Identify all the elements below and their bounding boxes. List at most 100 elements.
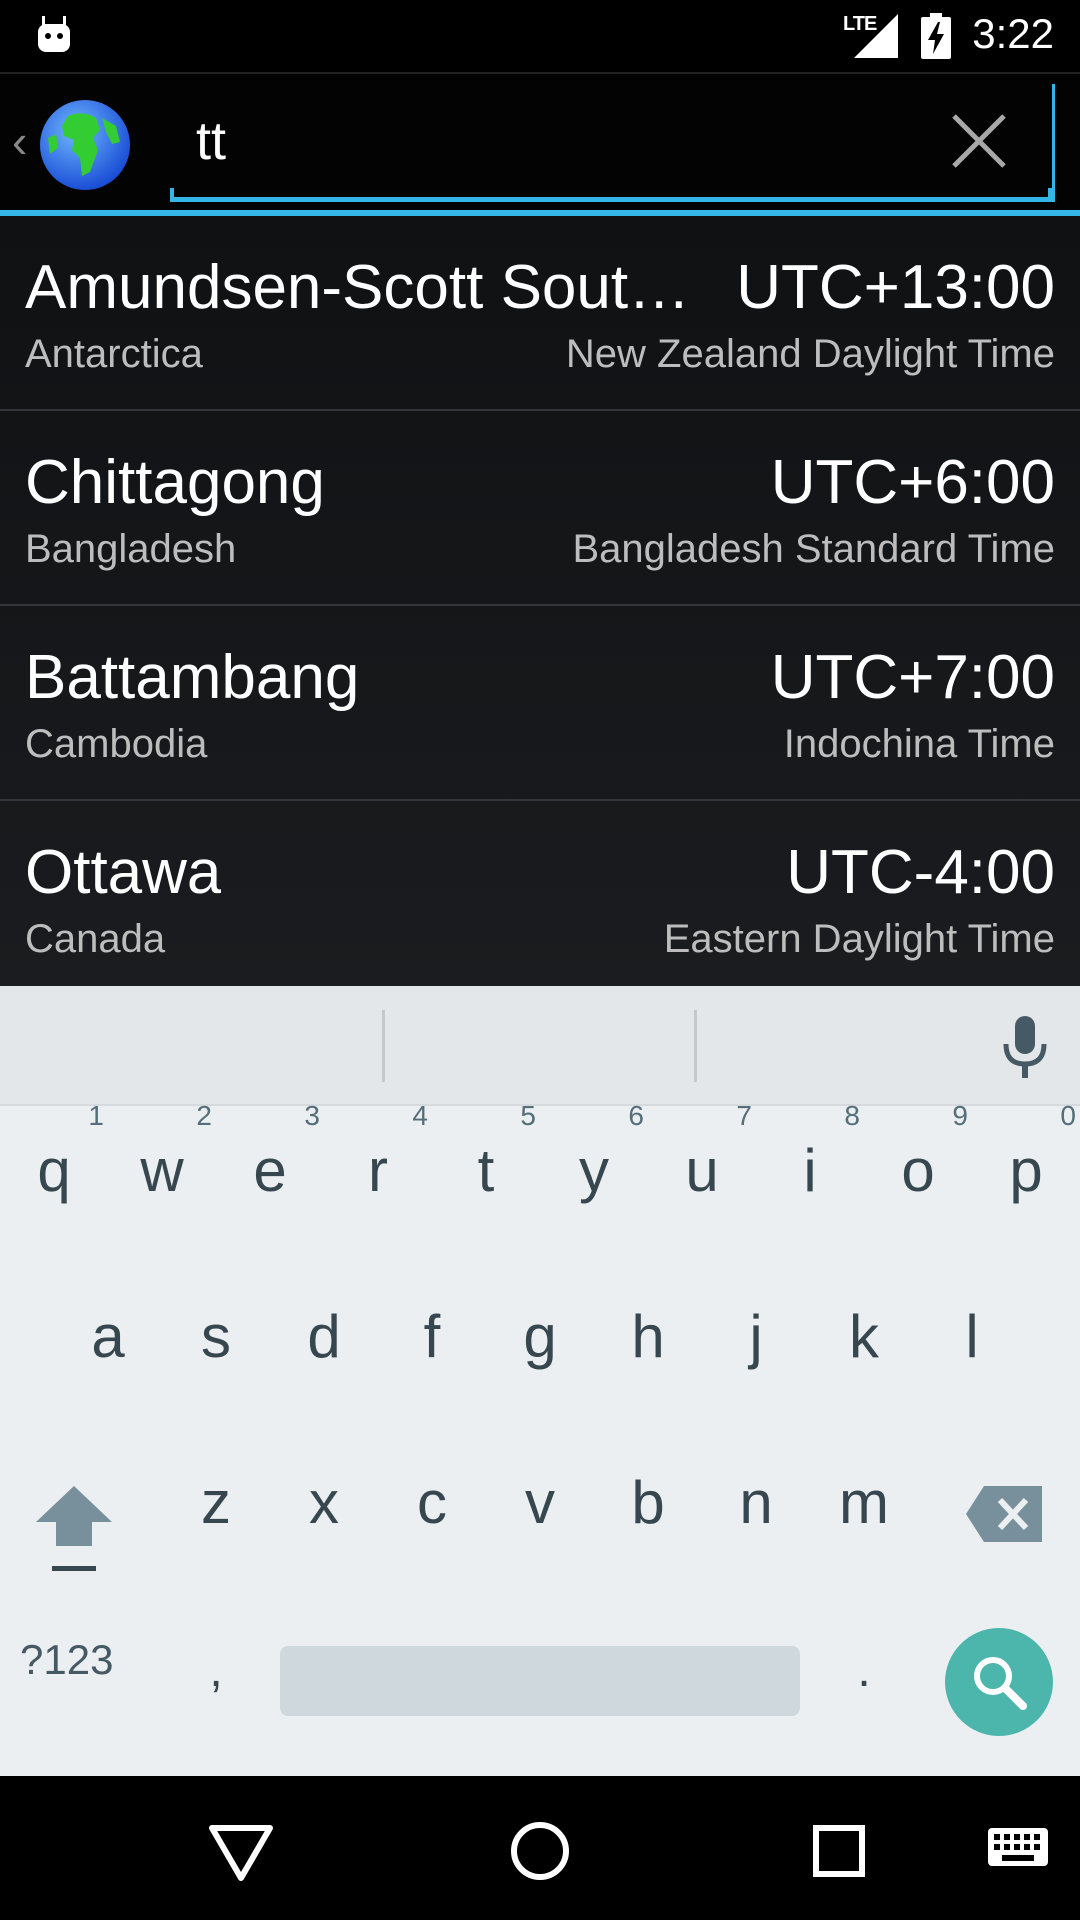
key-hint: 7: [736, 1100, 752, 1131]
timezone-name: Bangladesh Standard Time: [572, 527, 1055, 571]
key-label: h: [631, 1303, 665, 1370]
key-label: e: [253, 1137, 287, 1204]
key-label: m: [839, 1469, 889, 1536]
symbols-key[interactable]: ?123: [20, 1636, 113, 1684]
suggestion-divider: [694, 1010, 697, 1082]
chevron-left-icon[interactable]: ‹: [12, 114, 27, 168]
backspace-icon[interactable]: [966, 1486, 1042, 1542]
key-label: r: [368, 1137, 388, 1204]
android-debug-icon: [38, 16, 70, 52]
utc-offset: UTC+6:00: [770, 448, 1055, 517]
key-label: x: [309, 1469, 339, 1536]
search-bar: ‹: [0, 72, 1080, 212]
close-icon[interactable]: [950, 112, 1008, 170]
key-label: d: [307, 1303, 341, 1370]
key-d[interactable]: d: [274, 1272, 374, 1402]
country-name: Antarctica: [25, 332, 203, 376]
key-hint: 4: [412, 1100, 428, 1131]
battery-charging-icon: [921, 13, 951, 59]
key-e[interactable]: e3: [220, 1100, 320, 1236]
list-item[interactable]: Battambang Cambodia UTC+7:00 Indochina T…: [0, 606, 1080, 801]
key-hint: 6: [628, 1100, 644, 1131]
key-o[interactable]: o9: [868, 1100, 968, 1236]
suggestion-divider: [382, 1010, 385, 1082]
key-label: g: [523, 1303, 557, 1370]
country-name: Cambodia: [25, 722, 208, 766]
recents-square-icon[interactable]: [804, 1816, 874, 1886]
key-p[interactable]: p0: [976, 1100, 1076, 1236]
utc-offset: UTC+7:00: [770, 643, 1055, 712]
key-hint: 9: [952, 1100, 968, 1131]
keyboard-icon[interactable]: [986, 1824, 1050, 1874]
key-label: s: [201, 1303, 231, 1370]
utc-offset: UTC+13:00: [736, 253, 1055, 322]
key-label: u: [685, 1137, 719, 1204]
city-name: Battambang: [25, 643, 360, 712]
search-input[interactable]: [196, 106, 896, 176]
utc-offset: UTC-4:00: [786, 838, 1055, 907]
key-k[interactable]: k: [814, 1272, 914, 1402]
key-w[interactable]: w2: [112, 1100, 212, 1236]
key-b[interactable]: b: [598, 1438, 698, 1568]
key-hint: 8: [844, 1100, 860, 1131]
period-key[interactable]: .: [814, 1606, 914, 1736]
key-label: b: [631, 1469, 665, 1536]
key-z[interactable]: z: [166, 1438, 266, 1568]
key-j[interactable]: j: [706, 1272, 806, 1402]
key-label: p: [1009, 1137, 1043, 1204]
key-c[interactable]: c: [382, 1438, 482, 1568]
key-label: ,: [209, 1644, 223, 1697]
key-label: t: [477, 1137, 495, 1204]
search-key[interactable]: [945, 1628, 1053, 1736]
key-label: q: [37, 1137, 71, 1204]
search-field[interactable]: [170, 84, 1055, 202]
key-l[interactable]: l: [922, 1272, 1022, 1402]
key-n[interactable]: n: [706, 1438, 806, 1568]
key-g[interactable]: g: [490, 1272, 590, 1402]
signal-icon: [854, 14, 898, 58]
key-label: a: [91, 1303, 125, 1370]
country-name: Bangladesh: [25, 527, 237, 571]
key-hint: 5: [520, 1100, 536, 1131]
comma-key[interactable]: ,: [166, 1606, 266, 1736]
list-item[interactable]: Amundsen-Scott Sout… Antarctica UTC+13:0…: [0, 216, 1080, 411]
shift-icon[interactable]: [36, 1486, 112, 1576]
key-x[interactable]: x: [274, 1438, 374, 1568]
key-hint: 1: [88, 1100, 104, 1131]
city-name: Chittagong: [25, 448, 325, 517]
key-f[interactable]: f: [382, 1272, 482, 1402]
key-a[interactable]: a: [58, 1272, 158, 1402]
key-y[interactable]: y6: [544, 1100, 644, 1236]
back-triangle-icon[interactable]: [206, 1816, 276, 1886]
key-label: v: [525, 1469, 555, 1536]
globe-icon[interactable]: [38, 98, 132, 192]
space-key[interactable]: [280, 1646, 800, 1716]
list-item[interactable]: Ottawa Canada UTC-4:00 Eastern Daylight …: [0, 801, 1080, 986]
key-label: j: [749, 1303, 763, 1370]
clock: 3:22: [972, 10, 1054, 57]
key-t[interactable]: t5: [436, 1100, 536, 1236]
key-v[interactable]: v: [490, 1438, 590, 1568]
key-label: y: [579, 1137, 609, 1204]
key-h[interactable]: h: [598, 1272, 698, 1402]
key-label: f: [423, 1303, 441, 1370]
key-label: o: [901, 1137, 935, 1204]
key-i[interactable]: i8: [760, 1100, 860, 1236]
key-q[interactable]: q1: [4, 1100, 104, 1236]
soft-keyboard: q1 w2 e3 r4 t5 y6 u7 i8 o9 p0 a s d f g …: [0, 986, 1080, 1776]
timezone-name: Indochina Time: [783, 722, 1055, 766]
key-label: w: [140, 1137, 184, 1204]
results-list[interactable]: Amundsen-Scott Sout… Antarctica UTC+13:0…: [0, 216, 1080, 986]
key-label: n: [739, 1469, 773, 1536]
key-s[interactable]: s: [166, 1272, 266, 1402]
key-r[interactable]: r4: [328, 1100, 428, 1236]
list-item[interactable]: Chittagong Bangladesh UTC+6:00 Banglades…: [0, 411, 1080, 606]
city-name: Ottawa: [25, 838, 222, 907]
key-u[interactable]: u7: [652, 1100, 752, 1236]
microphone-icon[interactable]: [1000, 1016, 1050, 1080]
navigation-bar: [0, 1776, 1080, 1920]
suggestion-strip: [0, 986, 1080, 1106]
home-circle-icon[interactable]: [505, 1816, 575, 1886]
key-label: z: [201, 1469, 231, 1536]
key-m[interactable]: m: [814, 1438, 914, 1568]
